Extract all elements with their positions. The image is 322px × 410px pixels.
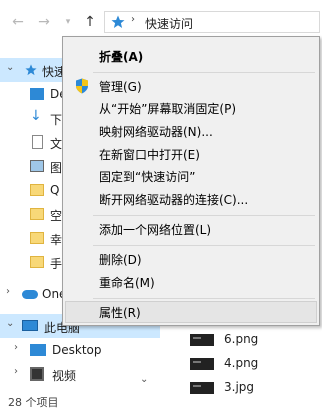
menu-item-add-network-location[interactable]: 添加一个网络位置(L) xyxy=(65,218,317,240)
menu-item-map-network-drive[interactable]: 映射网络驱动器(N)... xyxy=(65,120,317,142)
nav-item-label: Desktop xyxy=(52,343,102,357)
nav-item-label: 下 xyxy=(50,113,63,127)
shield-icon xyxy=(76,78,88,94)
image-thumbnail-icon xyxy=(190,382,214,394)
menu-item-properties[interactable]: 属性(R) xyxy=(65,301,317,323)
menu-item-label: 折叠(A) xyxy=(99,50,144,64)
menu-item-label: 断开网络驱动器的连接(C)... xyxy=(99,193,249,207)
star-icon xyxy=(25,64,37,76)
chevron-right-icon[interactable]: › xyxy=(14,342,18,353)
back-arrow-icon[interactable]: ← xyxy=(8,12,28,32)
nav-item-label: 空 xyxy=(50,209,63,223)
menu-item-label: 在新窗口中打开(E) xyxy=(99,148,200,162)
menu-separator xyxy=(93,215,315,216)
nav-item-label: 图 xyxy=(50,161,63,175)
menu-item-rename[interactable]: 重命名(M) xyxy=(65,271,317,293)
up-arrow-icon[interactable]: ↑ xyxy=(80,12,100,32)
folder-icon xyxy=(30,232,44,244)
menu-item-label: 添加一个网络位置(L) xyxy=(99,223,212,237)
menu-item-label: 固定到“快速访问” xyxy=(99,170,196,184)
pictures-icon xyxy=(30,160,44,172)
status-item-count: 28 个项目 xyxy=(8,396,59,409)
video-icon xyxy=(30,367,44,381)
nav-item-label: 幸 xyxy=(50,233,63,247)
menu-separator xyxy=(93,72,315,73)
menu-item-disconnect-network-drive[interactable]: 断开网络驱动器的连接(C)... xyxy=(65,188,317,210)
address-field[interactable]: › 快速访问 xyxy=(104,11,320,33)
chevron-down-icon[interactable]: ⌄ xyxy=(6,318,14,329)
forward-arrow-icon[interactable]: → xyxy=(34,12,54,32)
computer-icon xyxy=(22,320,38,331)
nav-item-desktop[interactable]: › Desktop xyxy=(0,338,160,362)
download-icon: ↓ xyxy=(30,108,42,124)
desktop-icon xyxy=(30,344,46,356)
image-thumbnail-icon xyxy=(190,334,214,346)
nav-item-label: 文 xyxy=(50,137,63,151)
file-name: 3.jpg xyxy=(224,380,255,394)
file-item[interactable]: 4.png xyxy=(190,354,310,374)
menu-item-label: 属性(R) xyxy=(99,306,141,320)
star-icon xyxy=(111,15,125,28)
scroll-down-arrow-icon[interactable]: ⌄ xyxy=(140,374,148,385)
menu-item-unpin-start[interactable]: 从“开始”屏幕取消固定(P) xyxy=(65,97,317,119)
context-menu: 折叠(A) 管理(G) 从“开始”屏幕取消固定(P) 映射网络驱动器(N)...… xyxy=(62,36,320,326)
folder-icon xyxy=(30,184,44,196)
file-item[interactable]: 6.png xyxy=(190,330,310,350)
file-name: 4.png xyxy=(224,356,259,370)
chevron-right-icon[interactable]: › xyxy=(6,286,10,297)
menu-item-label: 管理(G) xyxy=(99,80,142,94)
menu-separator xyxy=(93,245,315,246)
file-item[interactable]: 3.jpg xyxy=(190,378,310,398)
menu-item-label: 映射网络驱动器(N)... xyxy=(99,125,213,139)
nav-item-label: 手 xyxy=(50,257,63,271)
chevron-down-icon[interactable]: ⌄ xyxy=(6,62,14,73)
nav-item-label: 视频 xyxy=(52,369,77,383)
file-name: 6.png xyxy=(224,332,259,346)
folder-icon xyxy=(30,256,44,268)
path-separator: › xyxy=(131,14,135,25)
menu-item-label: 从“开始”屏幕取消固定(P) xyxy=(99,102,237,116)
menu-item-label: 删除(D) xyxy=(99,253,142,267)
menu-item-delete[interactable]: 删除(D) xyxy=(65,248,317,270)
menu-item-pin-quick-access[interactable]: 固定到“快速访问” xyxy=(65,165,317,187)
menu-item-label: 重命名(M) xyxy=(99,276,155,290)
recent-chevron-icon[interactable]: ▾ xyxy=(58,12,78,32)
menu-separator xyxy=(93,298,315,299)
menu-item-collapse[interactable]: 折叠(A) xyxy=(65,45,317,67)
document-icon xyxy=(32,135,43,149)
menu-item-manage[interactable]: 管理(G) xyxy=(65,75,317,97)
nav-item-label: Q xyxy=(50,183,60,197)
folder-icon xyxy=(30,208,44,220)
address-path: 快速访问 xyxy=(145,17,194,31)
image-thumbnail-icon xyxy=(190,358,214,370)
cloud-icon xyxy=(22,290,38,299)
chevron-right-icon[interactable]: › xyxy=(14,366,18,377)
desktop-icon xyxy=(30,88,44,100)
menu-item-open-new-window[interactable]: 在新窗口中打开(E) xyxy=(65,143,317,165)
nav-item-videos[interactable]: › 视频 xyxy=(0,362,160,386)
